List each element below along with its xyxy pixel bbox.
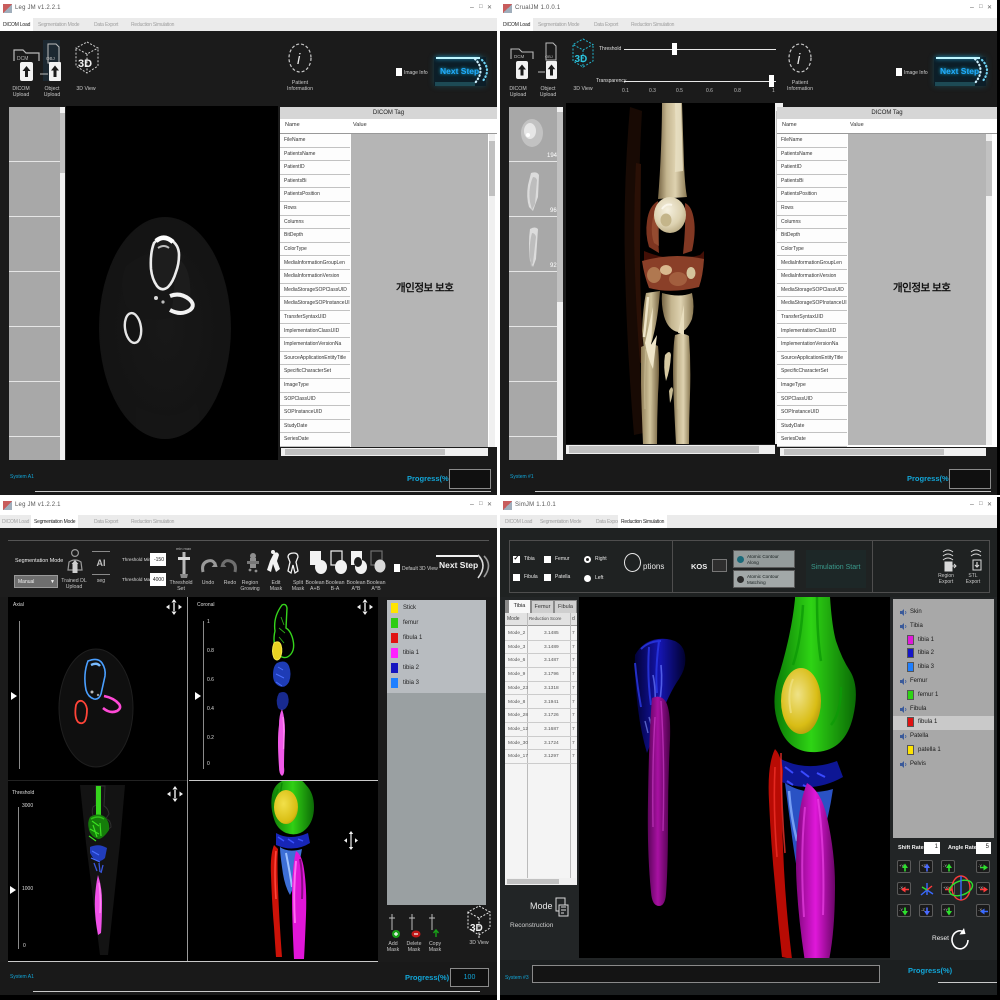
svg-text:3D: 3D	[78, 58, 92, 70]
svg-text:3D: 3D	[575, 54, 588, 65]
svg-text:DCM: DCM	[17, 56, 28, 62]
svg-text:OBJ: OBJ	[545, 54, 553, 59]
svg-text:i: i	[297, 51, 301, 68]
svg-text:min max: min max	[176, 546, 191, 551]
svg-text:96: 96	[550, 208, 557, 214]
svg-text:92: 92	[550, 263, 557, 269]
svg-text:3D: 3D	[470, 923, 483, 934]
svg-text:i: i	[797, 51, 801, 68]
svg-text:194: 194	[547, 153, 557, 159]
svg-text:OBJ: OBJ	[46, 56, 55, 61]
svg-text:DCM: DCM	[514, 54, 524, 59]
